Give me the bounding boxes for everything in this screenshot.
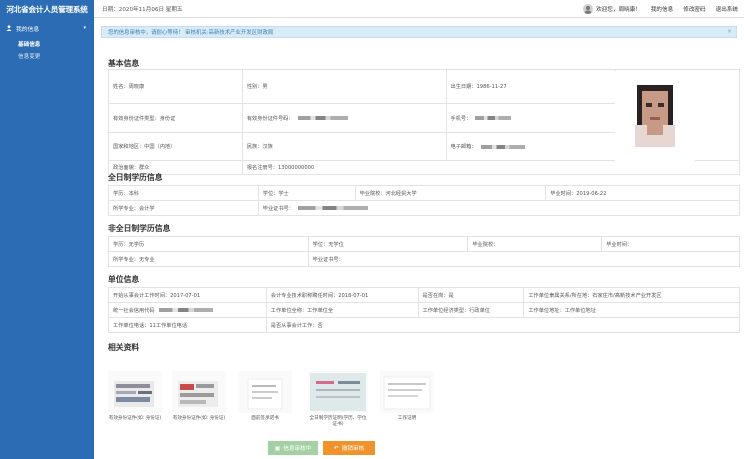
alert-text: 您的信息审核中，请耐心等待！ 审核机关:高新技术产业开发区财政局 <box>108 30 274 36</box>
portrait-image <box>635 84 675 147</box>
redacted-id <box>297 116 348 120</box>
app-title: 河北省会计人员管理系统 <box>0 0 94 18</box>
field-birth: 出生日期：1986-11-27 <box>445 69 617 104</box>
field-nation: 民族：汉族 <box>241 132 447 161</box>
field-id-type: 有效身份证件类型：身份证 <box>108 103 243 133</box>
document-thumbnail[interactable] <box>238 371 292 413</box>
field-phone: 手机号： <box>445 103 617 133</box>
current-date: 日期：2020年11月06日 星期五 <box>102 6 183 13</box>
section-title-fulltime: 全日制学历信息 <box>108 173 163 182</box>
document-caption: 有效身份证件(如: 身份证) <box>172 416 226 421</box>
close-icon[interactable]: × <box>727 28 732 35</box>
document-item[interactable]: 全日制学历证明(学历、学位证书) <box>308 371 368 428</box>
status-alert: 您的信息审核中，请耐心等待！ 审核机关:高新技术产业开发区财政局 × <box>101 26 737 38</box>
ft-education: 学历：本科 <box>108 185 259 201</box>
field-phone-label: 手机号： <box>450 115 472 122</box>
section-title-docs: 相关资料 <box>108 343 140 352</box>
field-id-number: 有效身份证件号码： <box>241 103 447 133</box>
document-caption: 有效身份证件(如: 身份证) <box>108 416 162 421</box>
unit-tel: 工作单位电话：11工作单位电话 <box>108 317 267 333</box>
ft-certificate-label: 毕业证书号： <box>262 205 294 212</box>
logout-link[interactable]: 退出系统 <box>716 5 738 13</box>
user-photo <box>615 71 695 164</box>
section-title-basic: 基本信息 <box>108 59 140 68</box>
ft-degree: 学位：学士 <box>257 185 356 201</box>
change-password-link[interactable]: 修改密码 <box>683 5 705 13</box>
document-thumbnail[interactable] <box>308 371 368 413</box>
unit-title-time: 会计专业技术职称聘任时间：2018-07-01 <box>265 287 419 303</box>
user-avatar-icon <box>583 4 594 14</box>
documents-list: 有效身份证件(如: 身份证) 有效身份证件(如: 身份证) 面前签承诺书 全日制… <box>108 371 508 451</box>
document-item[interactable]: 面前签承诺书 <box>238 371 292 422</box>
welcome-text: 欢迎您，周晓康！ <box>596 7 641 13</box>
redacted-phone <box>475 116 512 120</box>
unit-is-accounting: 是否从事会计工作：否 <box>265 317 741 333</box>
pending-review-label: 信息审核中 <box>283 446 312 452</box>
document-icon: ▣ <box>274 444 281 452</box>
field-id-number-label: 有效身份证件号码： <box>246 115 294 122</box>
document-thumbnail[interactable] <box>380 371 434 413</box>
ft-grad-time: 毕业时间：2019-06-22 <box>545 185 740 201</box>
pt-grad-time: 毕业时间： <box>601 236 740 252</box>
unit-credit-code-label: 统一社会信用代码 <box>113 307 155 314</box>
sidebar-group-label: 我的信息 <box>16 26 40 33</box>
redacted-cert <box>297 206 368 210</box>
pt-major: 所学专业：无专业 <box>108 251 309 267</box>
unit-location: 工作单位隶属关系/所在地：石家庄市/高新技术产业开发区 <box>523 287 740 303</box>
unit-name: 工作单位全称：工作单位全 <box>265 302 419 318</box>
sidebar-item-info-change[interactable]: 信息变更 <box>0 50 94 62</box>
document-thumbnail[interactable] <box>108 371 162 413</box>
section-title-parttime: 非全日制学历信息 <box>108 224 171 233</box>
welcome-area: 欢迎您，周晓康！ <box>583 4 641 14</box>
field-name: 姓名：周晓康 <box>108 69 243 104</box>
unit-info-table: 开始从事会计工作时间：2017-07-01 会计专业技术职称聘任时间：2018-… <box>108 287 741 333</box>
withdraw-review-label: 撤销审核 <box>341 446 365 452</box>
undo-icon: ↶ <box>333 444 339 452</box>
redacted-credit-code <box>158 308 213 312</box>
document-item[interactable]: 有效身份证件(如: 身份证) <box>108 371 162 422</box>
pt-education: 学历：无学历 <box>108 236 309 252</box>
parttime-edu-table: 学历：无学历 学位：无学位 毕业院校： 毕业时间： 所学专业：无专业 毕业证书号… <box>108 236 741 267</box>
document-item[interactable]: 工作证明 <box>380 371 434 422</box>
redacted-email <box>480 144 525 149</box>
field-country: 国家和地区：中国（内地） <box>108 132 243 161</box>
chevron-down-icon: ▾ <box>83 25 86 31</box>
pt-certificate: 毕业证书号： <box>307 251 741 267</box>
sidebar: 我的信息 ▾ 基础信息 信息变更 <box>0 18 94 459</box>
ft-certificate: 毕业证书号： <box>257 200 741 216</box>
user-menu: 欢迎您，周晓康！ 我的信息 修改密码 退出系统 <box>583 0 738 18</box>
ft-major: 所学专业：会计学 <box>108 200 259 216</box>
document-thumbnail[interactable] <box>172 371 226 413</box>
unit-on-job: 是否在岗：是 <box>417 287 525 303</box>
pt-school: 毕业院校： <box>467 236 603 252</box>
field-email: 电子邮箱： <box>445 132 617 161</box>
field-gender: 性别：男 <box>241 69 447 104</box>
unit-address: 工作单位地址：工作单位地址 <box>523 302 740 318</box>
user-icon <box>6 25 12 31</box>
document-item[interactable]: 有效身份证件(如: 身份证) <box>172 371 226 422</box>
document-caption: 工作证明 <box>397 416 417 421</box>
pending-review-button[interactable]: ▣ 信息审核中 <box>268 441 318 455</box>
top-bar: 日期：2020年11月06日 星期五 欢迎您，周晓康！ 我的信息 修改密码 退出… <box>94 0 744 18</box>
document-caption: 全日制学历证明(学历、学位证书) <box>309 416 367 427</box>
document-caption: 面前签承诺书 <box>251 416 279 421</box>
unit-econ-type: 工作单位经济类型：行政单位 <box>417 302 525 318</box>
my-info-link[interactable]: 我的信息 <box>651 5 673 13</box>
section-title-unit: 单位信息 <box>108 275 140 284</box>
unit-credit-code: 统一社会信用代码 <box>108 302 267 318</box>
fulltime-edu-table: 学历：本科 学位：学士 毕业院校：河北经贸大学 毕业时间：2019-06-22 … <box>108 185 741 216</box>
ft-school: 毕业院校：河北经贸大学 <box>354 185 547 201</box>
sidebar-item-basic-info[interactable]: 基础信息 <box>0 38 94 50</box>
sidebar-group-my-info[interactable]: 我的信息 ▾ <box>0 18 94 38</box>
withdraw-review-button[interactable]: ↶ 撤销审核 <box>323 441 375 455</box>
unit-work-start: 开始从事会计工作时间：2017-07-01 <box>108 287 267 303</box>
field-email-label: 电子邮箱： <box>450 144 477 150</box>
pt-degree: 学位：无学位 <box>307 236 469 252</box>
